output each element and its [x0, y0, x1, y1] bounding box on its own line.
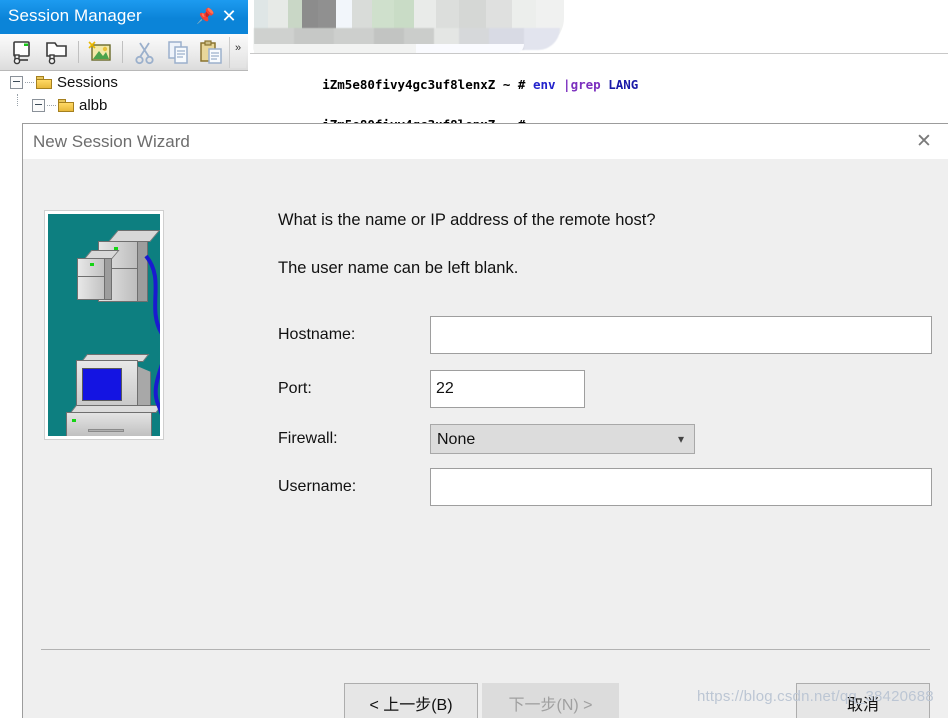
dialog-titlebar: New Session Wizard ✕: [23, 124, 948, 159]
wizard-question: What is the name or IP address of the re…: [278, 211, 656, 229]
close-icon[interactable]: ✕: [908, 130, 940, 154]
firewall-label: Firewall:: [278, 430, 338, 447]
terminal-command: env: [532, 76, 564, 92]
toolbar-separator-2: [122, 41, 123, 63]
expander-minus-icon[interactable]: [10, 76, 23, 89]
terminal-line: iZm5e80fivy4gc3uf8lenxZ ~ # env |grep LA…: [262, 64, 948, 105]
new-session-icon[interactable]: [8, 38, 39, 67]
server-small-upper: [77, 258, 105, 277]
hostname-label: Hostname:: [278, 326, 356, 343]
wizard-illustration: [44, 210, 164, 440]
tree-connector: [47, 104, 56, 107]
hostname-row: Hostname:: [278, 316, 938, 354]
illustration-canvas: [48, 214, 160, 436]
computer-base: [66, 412, 152, 436]
folder-icon: [58, 99, 74, 112]
tree-item-sessions[interactable]: Sessions: [0, 71, 248, 94]
led-icon: [90, 263, 94, 266]
pin-icon[interactable]: 📌: [196, 8, 215, 26]
terminal-divider: [250, 53, 948, 54]
terminal-argument: LANG: [608, 76, 639, 92]
dialog-separator: [41, 649, 930, 650]
terminal-pipe: |grep: [563, 76, 609, 92]
paste-icon[interactable]: [196, 38, 227, 67]
tree-connector: [25, 81, 34, 84]
tree-item-label: Sessions: [57, 74, 118, 91]
screen: iZm5e80fivy4gc3uf8lenxZ ~ # env |grep LA…: [0, 0, 948, 718]
hostname-input[interactable]: [430, 316, 932, 354]
new-session-wizard-dialog: New Session Wizard ✕ What is the name or…: [22, 123, 948, 718]
port-row: Port:: [278, 370, 938, 408]
username-input[interactable]: [430, 468, 932, 506]
firewall-selected-value: None: [437, 431, 476, 448]
terminal-prompt: iZm5e80fivy4gc3uf8lenxZ ~ #: [322, 76, 533, 92]
back-button[interactable]: < 上一步(B): [344, 683, 478, 718]
copy-icon[interactable]: [163, 38, 194, 67]
session-manager-toolbar: »: [0, 34, 248, 71]
drive-slot: [88, 429, 124, 432]
cancel-button[interactable]: 取消: [796, 683, 930, 718]
username-label: Username:: [278, 478, 357, 495]
next-button: 下一步(N) >: [482, 683, 619, 718]
tree-item-albb[interactable]: albb: [0, 94, 248, 117]
close-icon[interactable]: ✕: [220, 6, 238, 26]
expander-minus-icon[interactable]: [32, 99, 45, 112]
chevron-down-icon: ▾: [677, 432, 684, 446]
server-small-lower: [77, 276, 105, 300]
port-input[interactable]: [430, 370, 585, 408]
session-manager-title: Session Manager: [8, 6, 142, 25]
dialog-body: What is the name or IP address of the re…: [23, 159, 948, 718]
terminal-tab-strip: [250, 0, 948, 54]
dialog-title: New Session Wizard: [33, 132, 190, 151]
toolbar-overflow-icon[interactable]: »: [229, 37, 246, 68]
monitor-screen: [82, 368, 122, 401]
toolbar-separator: [78, 41, 79, 63]
server-small-side: [104, 258, 112, 300]
open-folder-icon[interactable]: [42, 38, 73, 67]
cut-icon[interactable]: [130, 38, 161, 67]
session-manager-titlebar: Session Manager 📌 ✕: [0, 0, 248, 34]
wizard-hint: The user name can be left blank.: [278, 259, 519, 277]
tree-item-label: albb: [79, 97, 108, 114]
folder-icon: [36, 76, 52, 89]
import-image-icon[interactable]: [85, 38, 116, 67]
led-icon: [72, 419, 76, 422]
port-label: Port:: [278, 380, 312, 397]
firewall-row: Firewall: None ▾: [278, 424, 938, 454]
firewall-select[interactable]: None ▾: [430, 424, 695, 454]
network-cable: [144, 254, 160, 416]
tree-vertical-connector: [17, 94, 19, 106]
username-row: Username:: [278, 468, 938, 506]
